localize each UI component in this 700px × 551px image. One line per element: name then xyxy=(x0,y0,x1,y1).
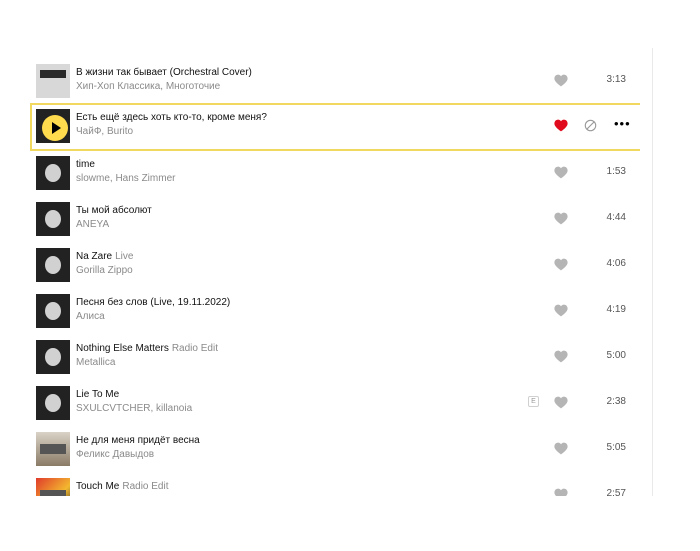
track-title[interactable]: time xyxy=(76,159,95,170)
track-row[interactable]: Touch Me Radio Edit 2:57 xyxy=(30,472,640,496)
track-title[interactable]: Touch Me Radio Edit xyxy=(76,481,169,492)
track-duration: 4:19 xyxy=(606,304,626,315)
track-row[interactable]: В жизни так бывает (Orchestral Cover) Хип… xyxy=(30,58,640,104)
track-artist[interactable]: Хип-Хоп Классика, Многоточие xyxy=(76,81,220,92)
album-cover[interactable] xyxy=(36,156,70,190)
cover-art xyxy=(40,70,66,78)
heart-icon[interactable] xyxy=(554,212,568,225)
heart-icon[interactable] xyxy=(554,350,568,363)
heart-icon[interactable] xyxy=(554,396,568,409)
album-cover[interactable] xyxy=(36,248,70,282)
album-cover[interactable] xyxy=(36,294,70,328)
heart-icon[interactable] xyxy=(554,74,568,87)
track-title-text: Песня без слов (Live, 19.11.2022) xyxy=(76,297,231,308)
heart-icon[interactable] xyxy=(554,488,568,496)
track-row[interactable]: Lie To Me SXULCVTCHER, killanoia E 2:38 xyxy=(30,380,640,426)
track-row[interactable]: Песня без слов (Live, 19.11.2022) Алиса 4:… xyxy=(30,288,640,334)
panel-divider xyxy=(652,48,653,496)
track-title-text: Touch Me xyxy=(76,481,120,492)
track-title[interactable]: Na Zare Live xyxy=(76,251,133,262)
cover-art xyxy=(45,348,61,366)
track-title-text: Ты мой абсолют xyxy=(76,205,152,216)
cover-art xyxy=(45,256,61,274)
track-duration: 4:44 xyxy=(606,212,626,223)
track-row[interactable]: Ты мой абсолют ANEYA 4:44 xyxy=(30,196,640,242)
cover-art xyxy=(40,490,66,496)
cover-art xyxy=(40,444,66,454)
track-duration: 2:38 xyxy=(606,396,626,407)
album-cover[interactable] xyxy=(36,478,70,496)
track-title[interactable]: Не для меня придёт весна xyxy=(76,435,200,446)
track-artist[interactable]: SXULCVTCHER, killanoia xyxy=(76,403,192,414)
cover-art xyxy=(45,210,61,228)
play-icon[interactable] xyxy=(42,115,68,141)
track-title[interactable]: Песня без слов (Live, 19.11.2022) xyxy=(76,297,230,308)
track-title[interactable]: Nothing Else Matters Radio Edit xyxy=(76,343,218,354)
track-artist[interactable]: Metallica xyxy=(76,357,115,368)
track-version: Live xyxy=(115,251,134,262)
track-row[interactable]: Не для меня придёт весна Феликс Давыдов 5:… xyxy=(30,426,640,472)
track-title-text: В жизни так бывает (Orchestral Cover) xyxy=(76,67,252,78)
track-duration: 3:13 xyxy=(606,74,626,85)
track-title-text: Lie To Me xyxy=(76,389,120,400)
more-icon[interactable]: ••• xyxy=(614,117,631,131)
track-row[interactable]: Na Zare Live Gorilla Zippo 4:06 xyxy=(30,242,640,288)
heart-icon[interactable] xyxy=(554,166,568,179)
track-title[interactable]: В жизни так бывает (Orchestral Cover) xyxy=(76,67,252,78)
track-artist[interactable]: ЧайФ, Burito xyxy=(76,126,133,137)
track-title-text: Na Zare xyxy=(76,251,113,262)
track-artist[interactable]: slowme, Hans Zimmer xyxy=(76,173,175,184)
track-title[interactable]: Есть ещё здесь хоть кто-то, кроме меня? xyxy=(76,112,267,123)
cover-art xyxy=(45,394,61,412)
track-title-text: time xyxy=(76,159,95,170)
track-list: В жизни так бывает (Orchestral Cover) Хип… xyxy=(30,58,640,496)
track-title-text: Есть ещё здесь хоть кто-то, кроме меня? xyxy=(76,112,267,123)
explicit-badge: E xyxy=(528,396,539,407)
track-duration: 1:53 xyxy=(606,166,626,177)
track-row[interactable]: Nothing Else Matters Radio Edit Metallica 5… xyxy=(30,334,640,380)
track-row[interactable]: time slowme, Hans Zimmer 1:53 xyxy=(30,150,640,196)
track-duration: 4:06 xyxy=(606,258,626,269)
album-cover[interactable] xyxy=(36,432,70,466)
album-cover[interactable] xyxy=(36,64,70,98)
track-artist[interactable]: ANEYA xyxy=(76,219,109,230)
track-duration: 5:00 xyxy=(606,350,626,361)
album-cover[interactable] xyxy=(36,340,70,374)
track-artist[interactable]: Алиса xyxy=(76,311,105,322)
heart-icon[interactable] xyxy=(554,119,568,132)
track-title[interactable]: Lie To Me xyxy=(76,389,119,400)
track-artist[interactable]: Феликс Давыдов xyxy=(76,449,154,460)
album-cover[interactable] xyxy=(36,386,70,420)
cover-art xyxy=(45,302,61,320)
album-cover[interactable] xyxy=(36,202,70,236)
track-title-text: Nothing Else Matters xyxy=(76,343,169,354)
heart-icon[interactable] xyxy=(554,442,568,455)
heart-icon[interactable] xyxy=(554,304,568,317)
cover-art xyxy=(45,164,61,182)
heart-icon[interactable] xyxy=(554,258,568,271)
track-title-text: Не для меня придёт весна xyxy=(76,435,200,446)
track-version: Radio Edit xyxy=(171,343,218,354)
track-title[interactable]: Ты мой абсолют xyxy=(76,205,152,216)
track-row[interactable]: Есть ещё здесь хоть кто-то, кроме меня? Ч… xyxy=(30,103,640,151)
track-version: Radio Edit xyxy=(122,481,169,492)
track-duration: 2:57 xyxy=(606,488,626,496)
track-artist[interactable]: Gorilla Zippo xyxy=(76,265,133,276)
track-duration: 5:05 xyxy=(606,442,626,453)
block-icon[interactable] xyxy=(584,119,597,132)
